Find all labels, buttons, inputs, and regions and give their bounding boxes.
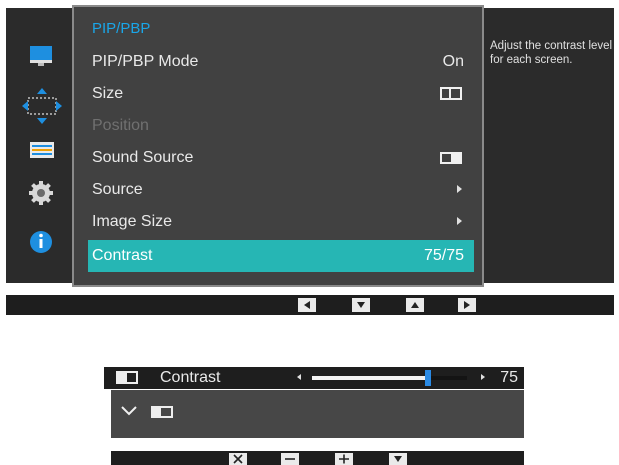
down-arrow-icon[interactable] [352, 298, 370, 312]
nav-bar [6, 295, 614, 315]
contrast-slider-bar: Contrast 75 [104, 367, 524, 389]
right-arrow-icon[interactable] [458, 298, 476, 312]
menu-item-size[interactable]: Size [88, 78, 474, 110]
left-arrow-icon[interactable] [298, 298, 316, 312]
menu-item-value: On [442, 53, 464, 70]
menu-item-label: Position [92, 117, 149, 134]
pbp-split-icon [440, 87, 462, 100]
menu-item-label: Size [92, 85, 124, 102]
help-text: Adjust the contrast level for each scree… [490, 40, 613, 66]
decrease-arrow-icon[interactable] [297, 374, 301, 380]
chevron-down-icon[interactable] [121, 406, 137, 416]
gear-icon[interactable] [24, 178, 60, 208]
down-arrow-icon[interactable] [389, 453, 407, 465]
menu-item-value: 75/75 [423, 247, 464, 264]
half-screen-icon [151, 406, 173, 418]
menu-title: PIP/PBP [92, 20, 151, 37]
menu-item-contrast[interactable]: Contrast 75/75 [88, 240, 474, 272]
submenu-arrow-icon [457, 217, 462, 225]
info-icon[interactable] [24, 228, 60, 258]
half-screen-icon [440, 152, 462, 164]
menu-item-label: Sound Source [92, 149, 194, 166]
submenu-arrow-icon [457, 185, 462, 193]
sidebar [12, 8, 74, 283]
picture-icon[interactable] [24, 42, 60, 72]
menu-item-image-size[interactable]: Image Size [88, 206, 474, 238]
up-arrow-icon[interactable] [406, 298, 424, 312]
plus-icon[interactable] [335, 453, 353, 465]
contrast-label: Contrast [160, 369, 221, 386]
menu-item-label: Image Size [92, 213, 173, 230]
color-settings-icon[interactable] [24, 136, 60, 166]
half-screen-icon [116, 371, 138, 384]
menu-item-label: Contrast [92, 247, 153, 264]
slider-fill [312, 376, 428, 380]
menu-item-sound-source[interactable]: Sound Source [88, 142, 474, 174]
pip-pbp-icon[interactable] [22, 86, 62, 126]
menu-panel: PIP/PBP PIP/PBP Mode On Size Position So… [72, 5, 484, 287]
osd-window: PIP/PBP PIP/PBP Mode On Size Position So… [6, 5, 614, 287]
slider-knob[interactable] [425, 370, 431, 386]
increase-arrow-icon[interactable] [481, 374, 485, 380]
menu-item-pip-pbp-mode[interactable]: PIP/PBP Mode On [88, 46, 474, 78]
menu-item-position: Position [88, 110, 474, 142]
menu-item-source[interactable]: Source [88, 174, 474, 206]
contrast-slider[interactable] [312, 370, 467, 386]
contrast-value: 75 [500, 369, 518, 386]
minus-icon[interactable] [281, 453, 299, 465]
menu-item-label: PIP/PBP Mode [92, 53, 199, 70]
close-icon[interactable] [229, 453, 247, 465]
bottom-nav-bar [111, 451, 524, 465]
menu-item-label: Source [92, 181, 143, 198]
sub-panel [111, 390, 524, 438]
